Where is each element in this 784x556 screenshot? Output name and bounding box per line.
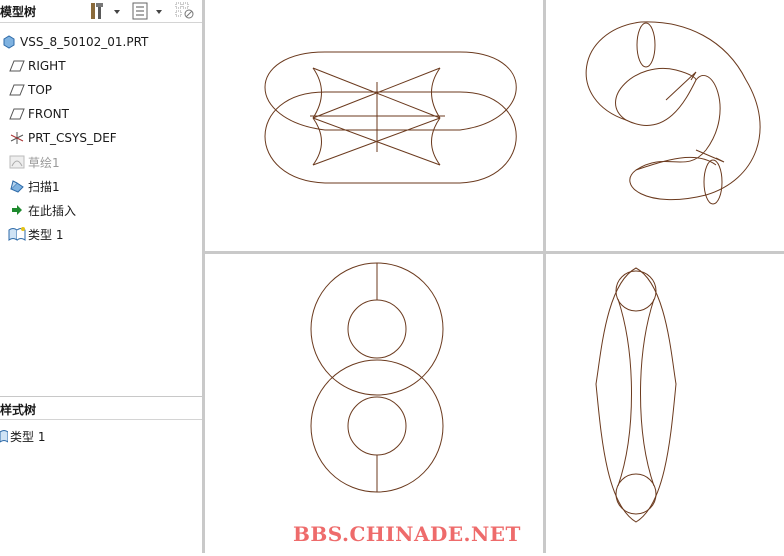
- style-type-icon: [8, 226, 26, 242]
- torus-outline-upper: [264, 51, 517, 131]
- datum-plane-icon: [8, 82, 26, 98]
- ring-inner-lower: [347, 396, 407, 456]
- style-tree-header: 样式树: [0, 396, 202, 420]
- tube-edge: [617, 298, 632, 487]
- knot-outline: [585, 21, 761, 201]
- tube-edge: [640, 298, 655, 487]
- tree-item-top-plane[interactable]: TOP: [8, 79, 208, 101]
- tube-edge: [431, 117, 441, 166]
- list-settings-icon[interactable]: [130, 1, 150, 21]
- tree-item-label: RIGHT: [28, 59, 66, 73]
- wireframe-front: [264, 51, 517, 184]
- coordinate-system-icon: [8, 130, 26, 146]
- tools-icon[interactable]: [88, 1, 108, 21]
- dropdown-arrow-icon[interactable]: [154, 1, 164, 21]
- tree-item-insert-here[interactable]: 在此插入: [8, 199, 208, 221]
- part-icon: [0, 34, 18, 50]
- tree-item-sweep[interactable]: 扫描1: [8, 175, 208, 197]
- sweep-icon: [8, 178, 26, 194]
- wireframe-isometric: [585, 21, 761, 205]
- style-tree-item[interactable]: 类型 1: [0, 425, 200, 447]
- model-tree-header: 模型树: [0, 0, 202, 23]
- viewport-isometric[interactable]: [546, 0, 784, 251]
- model-tree-title: 模型树: [0, 5, 37, 19]
- style-type-icon: [0, 428, 8, 444]
- viewport-side[interactable]: [546, 254, 784, 553]
- tree-item-label: 草绘1: [28, 155, 60, 170]
- style-tree-title: 样式树: [0, 403, 37, 417]
- insert-here-arrow-icon: [8, 202, 26, 218]
- torus-outline-lower: [264, 91, 517, 184]
- tree-item-label: FRONT: [28, 107, 69, 121]
- side-outline: [595, 267, 677, 523]
- sketch-icon: [8, 154, 26, 170]
- tree-item-front-plane[interactable]: FRONT: [8, 103, 208, 125]
- ring-inner-upper: [347, 299, 407, 359]
- watermark-text: BBS.CHINADE.NET: [293, 522, 521, 546]
- tree-item-label: PRT_CSYS_DEF: [28, 131, 117, 145]
- tree-item-part[interactable]: VSS_8_50102_01.PRT: [0, 31, 200, 53]
- tube-edge: [665, 71, 697, 101]
- tree-item-label: VSS_8_50102_01.PRT: [20, 35, 149, 49]
- tree-item-csys[interactable]: PRT_CSYS_DEF: [8, 127, 208, 149]
- tube-edge: [312, 117, 322, 166]
- datum-plane-icon: [8, 106, 26, 122]
- tree-item-sketch[interactable]: 草绘1: [8, 151, 208, 173]
- datum-plane-icon: [8, 58, 26, 74]
- section-circle-top: [615, 270, 657, 312]
- tube-section: [636, 22, 656, 68]
- section-circle-bottom: [615, 473, 657, 515]
- tree-item-style-type[interactable]: 类型 1: [8, 223, 208, 245]
- tree-item-label: 类型 1: [28, 227, 64, 242]
- knot-inner: [615, 68, 697, 121]
- left-panel: 模型树 VSS_8_50102_01.PRT RIGHT TOP FRONT P…: [0, 0, 203, 553]
- viewport-front[interactable]: [205, 0, 543, 251]
- tree-item-right-plane[interactable]: RIGHT: [8, 55, 208, 77]
- style-tree-item-label: 类型 1: [10, 429, 46, 444]
- wireframe-top: [310, 262, 444, 493]
- wireframe-side: [595, 267, 677, 523]
- tube-edge: [431, 67, 441, 119]
- tube-section: [703, 159, 723, 205]
- viewport-top[interactable]: [205, 254, 543, 553]
- tree-item-label: 扫描1: [28, 179, 60, 194]
- filter-icon[interactable]: [174, 1, 196, 21]
- tree-item-label: TOP: [28, 83, 53, 97]
- tree-item-label: 在此插入: [28, 203, 77, 218]
- dropdown-arrow-icon[interactable]: [112, 1, 122, 21]
